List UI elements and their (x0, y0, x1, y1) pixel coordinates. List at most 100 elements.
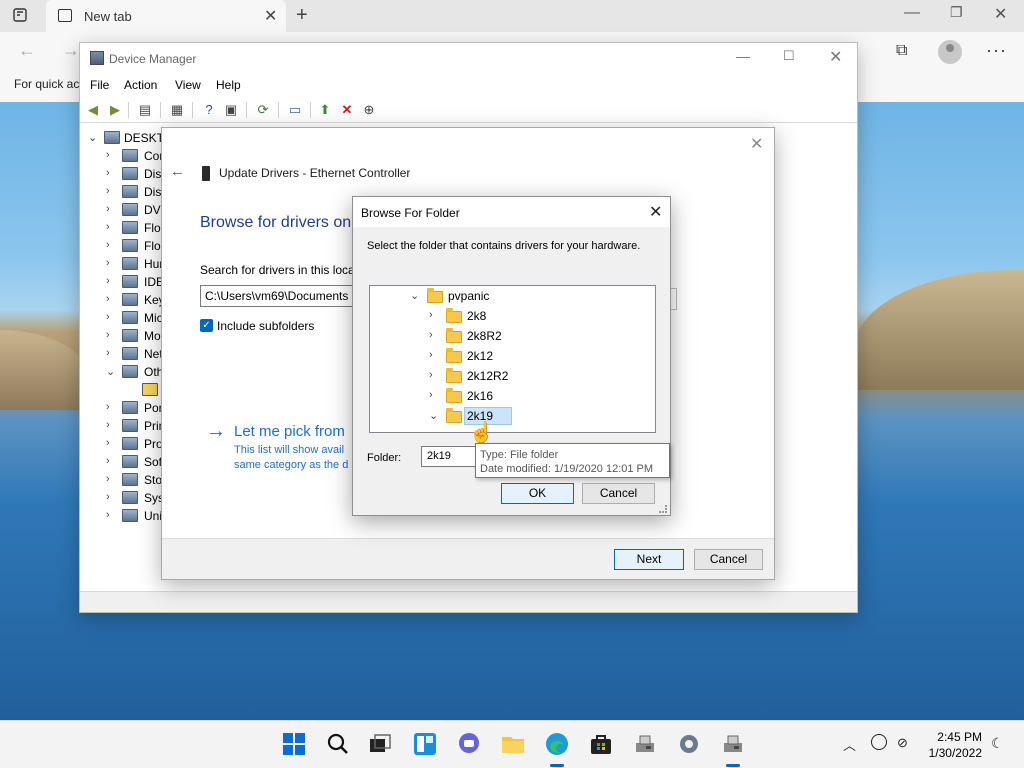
clock-time[interactable]: 2:45 PM (936, 730, 982, 744)
forward-arrow-icon[interactable]: → (62, 40, 80, 61)
chevron-right-icon[interactable]: › (106, 473, 110, 485)
chevron-up-icon[interactable]: ︿ (843, 735, 856, 754)
monitor-icon[interactable]: ▭ (286, 101, 304, 119)
chevron-down-icon[interactable]: ⌄ (88, 131, 97, 144)
properties-view-icon[interactable]: ▤ (136, 101, 154, 119)
chevron-right-icon[interactable]: › (429, 329, 433, 341)
folder-name-field[interactable]: 2k19 (421, 446, 477, 467)
chevron-right-icon[interactable]: › (106, 239, 110, 251)
close-icon[interactable]: ✕ (649, 202, 662, 222)
cancel-button[interactable]: Cancel (582, 483, 655, 504)
chevron-right-icon[interactable]: › (106, 203, 110, 215)
store-button[interactable] (588, 731, 614, 757)
chevron-right-icon[interactable]: › (106, 167, 110, 179)
forward-arrow-icon[interactable]: ▶ (106, 101, 124, 119)
chevron-right-icon[interactable]: › (106, 257, 110, 269)
chevron-down-icon[interactable]: ⌄ (429, 409, 438, 422)
widgets-button[interactable] (412, 731, 438, 757)
globe-icon[interactable] (871, 734, 887, 750)
disable-device-icon[interactable]: ⊕ (360, 101, 378, 119)
arrow-right-icon[interactable]: → (206, 420, 226, 443)
collections-icon[interactable]: ⧉ (896, 42, 907, 60)
back-arrow-icon[interactable]: ← (18, 40, 36, 61)
scan-hardware-icon[interactable]: ⟳ (254, 101, 272, 119)
chevron-right-icon[interactable]: › (106, 491, 110, 503)
close-window-button[interactable]: ✕ (994, 4, 1007, 24)
tab-actions-button[interactable] (12, 7, 34, 25)
pick-from-list-link[interactable]: Let me pick from (234, 423, 345, 440)
menu-view[interactable]: View (175, 78, 201, 92)
chevron-right-icon[interactable]: › (429, 369, 433, 381)
task-view-button[interactable] (367, 731, 393, 757)
chat-button[interactable] (456, 731, 482, 757)
search-button[interactable] (325, 731, 351, 757)
next-button[interactable]: Next (614, 549, 684, 570)
close-button[interactable]: ✕ (829, 47, 842, 67)
chevron-right-icon[interactable]: › (429, 309, 433, 321)
chevron-right-icon[interactable]: › (106, 509, 110, 521)
include-subfolders-label[interactable]: Include subfolders (217, 319, 314, 333)
back-arrow-icon[interactable]: ← (170, 163, 185, 180)
details-icon[interactable]: ▦ (168, 101, 186, 119)
chevron-right-icon[interactable]: › (106, 149, 110, 161)
clock-date[interactable]: 1/30/2022 (926, 746, 982, 760)
menu-help[interactable]: Help (216, 78, 241, 92)
chevron-right-icon[interactable]: › (429, 389, 433, 401)
folder-tree-item[interactable]: › 2k8 (370, 306, 640, 326)
folder-tree-item[interactable]: › 2k12 (370, 346, 640, 366)
chevron-right-icon[interactable]: › (106, 347, 110, 359)
folder-tree-item[interactable]: › 2k16 (370, 386, 640, 406)
menu-file[interactable]: File (90, 78, 109, 92)
ok-button[interactable]: OK (501, 483, 574, 504)
folder-tree[interactable]: ⌄ pvpanic › 2k8 › 2k8R2 › 2k12 › 2k12R2 › 2k16 ⌄ 2k19 (369, 285, 656, 433)
search-icon (327, 733, 348, 754)
notification-moon-icon[interactable]: ☾ (991, 735, 1004, 752)
folder-tree-item[interactable]: › 2k8R2 (370, 326, 640, 346)
help-icon[interactable]: ? (200, 101, 218, 119)
maximize-button[interactable]: ☐ (783, 48, 795, 64)
active-app-button[interactable] (720, 731, 746, 757)
device-manager-taskbar-button[interactable] (632, 731, 658, 757)
chevron-right-icon[interactable]: › (106, 329, 110, 341)
more-menu-icon[interactable]: ··· (986, 40, 1007, 61)
edge-button[interactable] (544, 731, 570, 757)
settings-button[interactable] (676, 731, 702, 757)
include-subfolders-checkbox[interactable]: ✓ (200, 319, 213, 332)
chevron-right-icon[interactable]: › (106, 401, 110, 413)
close-tab-icon[interactable]: ✕ (264, 6, 277, 26)
chevron-right-icon[interactable]: › (429, 349, 433, 361)
folder-tree-item[interactable]: › 2k12R2 (370, 366, 640, 386)
cancel-button[interactable]: Cancel (694, 549, 763, 570)
new-tab-button[interactable]: + (296, 4, 308, 27)
chevron-right-icon[interactable]: › (106, 275, 110, 287)
chevron-right-icon[interactable]: › (106, 185, 110, 197)
resize-grip[interactable] (659, 505, 667, 513)
chevron-right-icon[interactable]: › (106, 455, 110, 467)
driver-path-input[interactable]: C:\Users\vm69\Documents (200, 285, 360, 307)
menu-action[interactable]: Action (124, 78, 157, 92)
profile-avatar[interactable] (938, 40, 962, 64)
maximize-button[interactable]: ❐ (950, 4, 963, 21)
close-icon[interactable]: ✕ (750, 134, 763, 154)
chevron-right-icon[interactable]: › (106, 221, 110, 233)
back-arrow-icon[interactable]: ◀ (84, 101, 102, 119)
folder-tree-item[interactable]: ⌄ pvpanic (370, 286, 640, 306)
start-button[interactable] (281, 731, 307, 757)
network-icon[interactable]: ⊘ (897, 735, 908, 751)
search-location-label: Search for drivers in this locat (200, 263, 359, 277)
chevron-down-icon[interactable]: ⌄ (410, 289, 419, 302)
chevron-right-icon[interactable]: › (106, 293, 110, 305)
update-driver-icon[interactable]: ⬆ (316, 101, 334, 119)
chevron-right-icon[interactable]: › (106, 437, 110, 449)
chevron-right-icon[interactable]: › (106, 419, 110, 431)
action-pane-icon[interactable]: ▣ (222, 101, 240, 119)
browser-tab[interactable]: New tab ✕ (46, 0, 286, 32)
wallpaper-hill-left (0, 330, 90, 410)
chevron-right-icon[interactable]: › (106, 311, 110, 323)
file-explorer-button[interactable] (500, 731, 526, 757)
uninstall-device-icon[interactable]: ✕ (338, 101, 356, 119)
minimize-button[interactable]: — (904, 4, 920, 22)
folder-tree-item[interactable]: ⌄ 2k19 (370, 406, 640, 426)
chevron-down-icon[interactable]: ⌄ (106, 365, 115, 378)
minimize-button[interactable]: — (736, 48, 750, 64)
